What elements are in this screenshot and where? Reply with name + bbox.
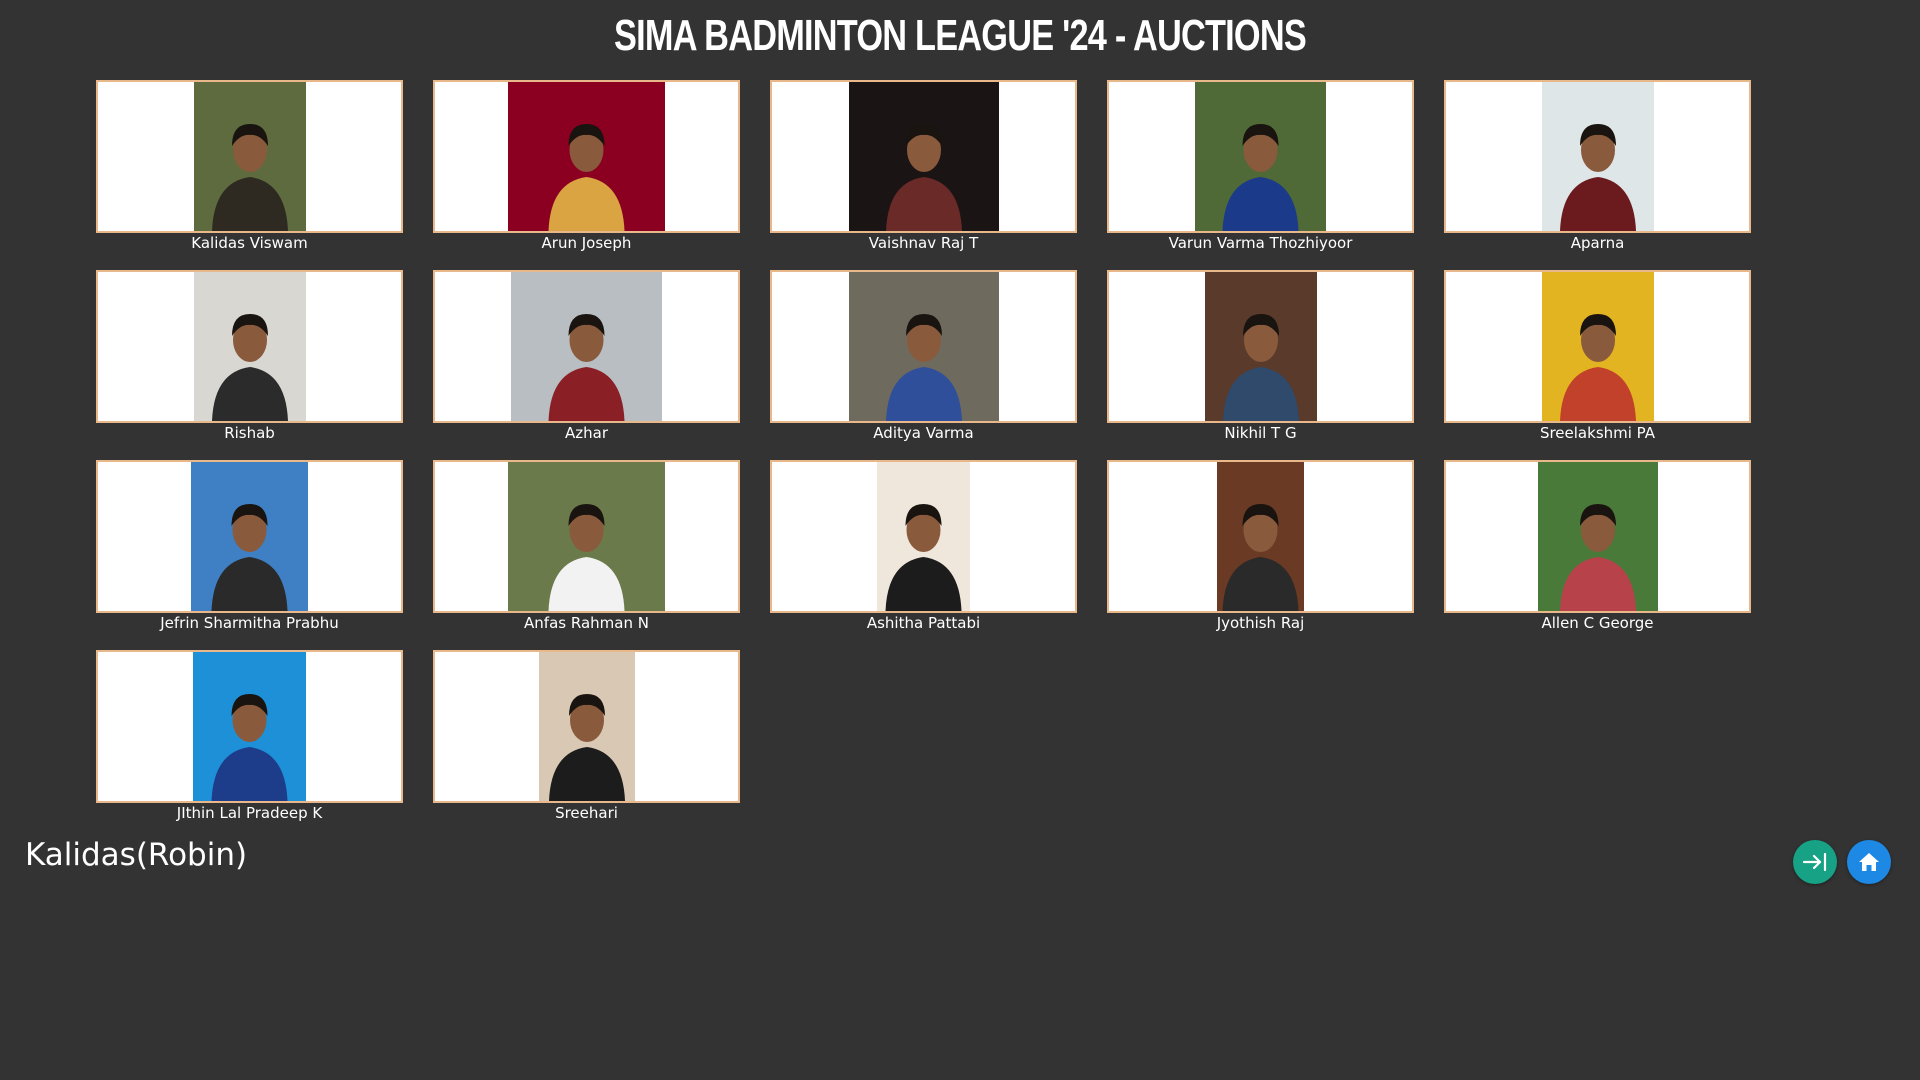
page-title: SIMA BADMINTON LEAGUE '24 - AUCTIONS xyxy=(614,11,1307,60)
home-icon xyxy=(1859,853,1879,871)
player-photo-frame xyxy=(770,80,1077,233)
player-photo-frame xyxy=(1444,460,1751,613)
player-photo xyxy=(191,462,308,611)
player-name: Jefrin Sharmitha Prabhu xyxy=(160,614,339,632)
player-photo xyxy=(1541,82,1654,231)
player-photo-frame xyxy=(770,270,1077,423)
player-photo xyxy=(848,82,999,231)
player-card[interactable]: Allen C George xyxy=(1444,460,1751,650)
player-card[interactable]: Anfas Rahman N xyxy=(433,460,740,650)
player-card[interactable]: Sreehari xyxy=(433,650,740,840)
player-card[interactable]: Arun Joseph xyxy=(433,80,740,270)
next-player-button[interactable] xyxy=(1793,840,1837,884)
player-name: Sreehari xyxy=(555,804,618,822)
player-photo xyxy=(508,82,665,231)
player-photo xyxy=(1195,82,1326,231)
player-name: Arun Joseph xyxy=(541,234,632,252)
player-photo-frame xyxy=(96,460,403,613)
player-photo-frame xyxy=(1444,80,1751,233)
player-photo xyxy=(877,462,970,611)
player-card[interactable]: Kalidas Viswam xyxy=(96,80,403,270)
player-name: Vaishnav Raj T xyxy=(868,234,979,252)
player-photo-frame xyxy=(96,80,403,233)
arrow-right-to-bar-icon xyxy=(1802,852,1827,872)
player-name: Kalidas Viswam xyxy=(191,234,308,252)
player-name: Allen C George xyxy=(1541,614,1654,632)
player-photo xyxy=(1217,462,1304,611)
player-photo xyxy=(1537,462,1658,611)
player-name: Nikhil T G xyxy=(1224,424,1297,442)
player-photo xyxy=(193,272,306,421)
player-photo xyxy=(538,652,635,801)
player-photo xyxy=(1541,272,1654,421)
player-card[interactable]: Varun Varma Thozhiyoor xyxy=(1107,80,1414,270)
player-name: Varun Varma Thozhiyoor xyxy=(1168,234,1353,252)
player-card[interactable]: Sreelakshmi PA xyxy=(1444,270,1751,460)
player-photo-frame xyxy=(1107,460,1414,613)
player-card[interactable]: Jefrin Sharmitha Prabhu xyxy=(96,460,403,650)
player-card[interactable]: JIthin Lal Pradeep K xyxy=(96,650,403,840)
player-name: Jyothish Raj xyxy=(1216,614,1305,632)
player-name: Aditya Varma xyxy=(873,424,974,442)
player-card[interactable]: Aditya Varma xyxy=(770,270,1077,460)
player-photo xyxy=(508,462,665,611)
player-photo-frame xyxy=(1444,270,1751,423)
home-button[interactable] xyxy=(1847,840,1891,884)
player-card[interactable]: Rishab xyxy=(96,270,403,460)
player-photo-frame xyxy=(770,460,1077,613)
player-photo xyxy=(193,652,306,801)
current-player-label: Kalidas(Robin) xyxy=(25,837,248,873)
player-card[interactable]: Ashitha Pattabi xyxy=(770,460,1077,650)
player-name: Sreelakshmi PA xyxy=(1539,424,1656,442)
player-name: Aparna xyxy=(1570,234,1625,252)
player-name: Rishab xyxy=(224,424,275,442)
player-grid: Kalidas Viswam Arun Joseph Vaishnav Raj T V… xyxy=(96,80,1756,840)
player-photo xyxy=(1204,272,1317,421)
player-photo-frame xyxy=(433,80,740,233)
player-photo-frame xyxy=(433,650,740,803)
player-photo-frame xyxy=(96,650,403,803)
player-card[interactable]: Vaishnav Raj T xyxy=(770,80,1077,270)
player-card[interactable]: Aparna xyxy=(1444,80,1751,270)
player-photo xyxy=(511,272,662,421)
player-photo-frame xyxy=(1107,80,1414,233)
player-photo-frame xyxy=(433,270,740,423)
player-card[interactable]: Nikhil T G xyxy=(1107,270,1414,460)
player-name: JIthin Lal Pradeep K xyxy=(176,804,323,822)
player-name: Azhar xyxy=(564,424,608,442)
player-photo-frame xyxy=(433,460,740,613)
player-photo xyxy=(848,272,999,421)
player-photo-frame xyxy=(96,270,403,423)
player-photo-frame xyxy=(1107,270,1414,423)
player-card[interactable]: Azhar xyxy=(433,270,740,460)
player-name: Anfas Rahman N xyxy=(524,614,649,632)
player-card[interactable]: Jyothish Raj xyxy=(1107,460,1414,650)
player-name: Ashitha Pattabi xyxy=(866,614,981,632)
player-photo xyxy=(193,82,306,231)
